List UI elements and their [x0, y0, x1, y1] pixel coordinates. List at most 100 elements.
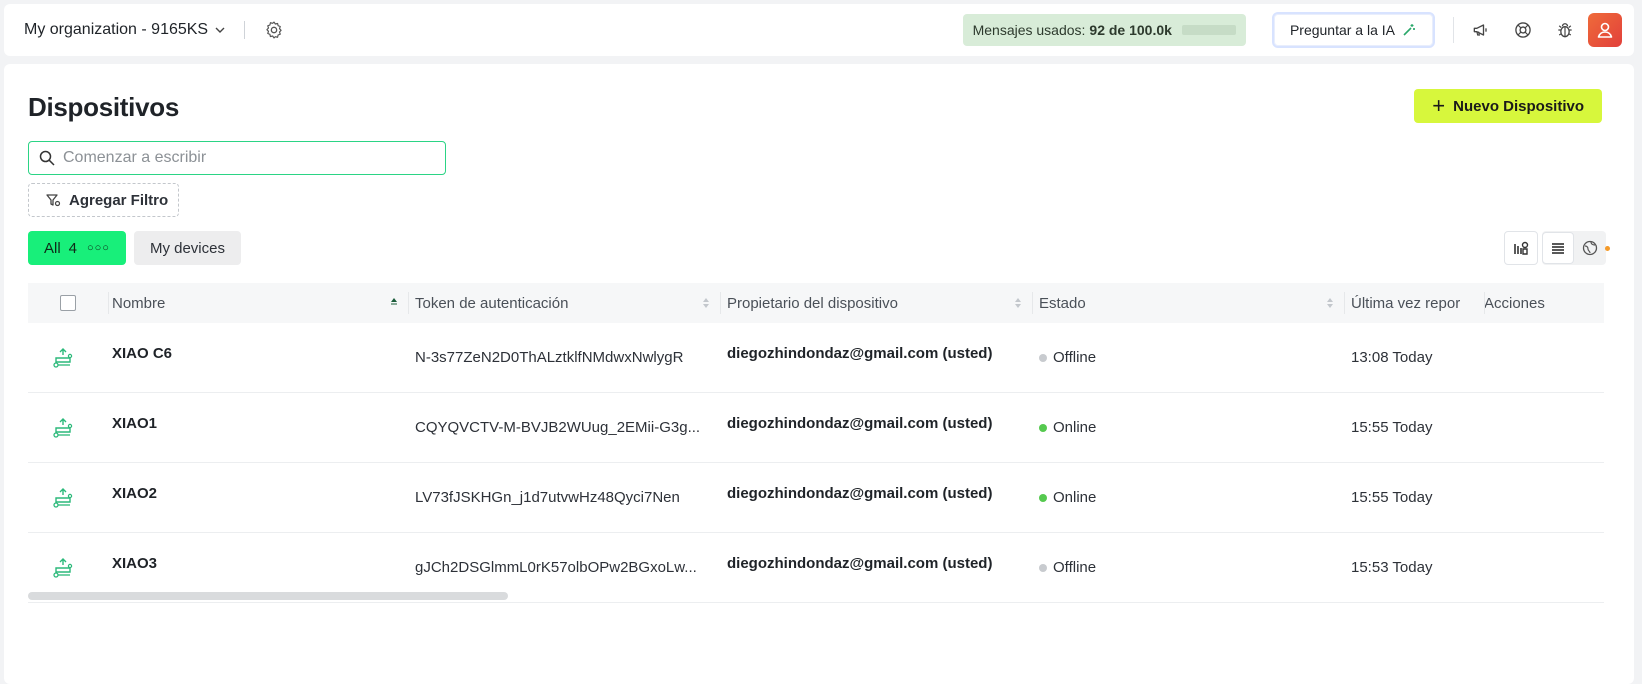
column-header-name[interactable]: Nombre: [108, 283, 408, 323]
page-title: Dispositivos: [28, 92, 179, 123]
main-panel: Dispositivos + Nuevo Dispositivo Agregar…: [4, 64, 1634, 684]
device-icon: [50, 345, 76, 371]
device-icon-cell: [28, 323, 108, 392]
device-owner: diegozhindondaz@gmail.com (usted): [720, 393, 1032, 462]
device-name[interactable]: XIAO C6: [108, 323, 408, 392]
column-header-last-reported[interactable]: Última vez repor: [1344, 283, 1484, 323]
last-reported: 13:08 Today: [1344, 323, 1484, 392]
bug-icon: [1555, 20, 1575, 40]
more-options-icon[interactable]: ○○○: [87, 242, 110, 254]
device-icon-cell: [28, 463, 108, 532]
row-actions: [1484, 393, 1604, 462]
add-filter-label: Agregar Filtro: [69, 192, 168, 209]
user-avatar[interactable]: [1588, 13, 1622, 47]
status-dot: [1039, 564, 1047, 572]
sort-icon: [1326, 297, 1334, 309]
device-icon: [50, 485, 76, 511]
search-icon: [39, 150, 55, 166]
usage-label: Mensajes usados:: [973, 22, 1086, 38]
column-header-token[interactable]: Token de autenticación: [408, 283, 720, 323]
tab-label: All: [44, 240, 61, 257]
divider: [1453, 17, 1454, 43]
auth-token: N-3s77ZeN2D0ThALztklfNMdwxNwlygR: [408, 323, 720, 392]
sort-icon: [1014, 297, 1022, 309]
help-button[interactable]: [1508, 15, 1538, 45]
tab-label: My devices: [150, 240, 225, 257]
add-filter-button[interactable]: Agregar Filtro: [28, 183, 179, 217]
status-badge: Online: [1032, 463, 1344, 532]
map-view-button[interactable]: [1574, 232, 1606, 264]
tab-count: 4: [69, 240, 77, 257]
lifebuoy-icon: [1513, 20, 1533, 40]
device-icon-cell: [28, 393, 108, 462]
gear-icon: [264, 20, 284, 40]
last-reported: 15:55 Today: [1344, 463, 1484, 532]
usage-progress-bar: [1182, 25, 1236, 35]
plus-icon: +: [1432, 95, 1445, 117]
status-badge: Online: [1032, 393, 1344, 462]
magic-wand-icon: [1401, 22, 1417, 38]
row-actions: [1484, 323, 1604, 392]
last-reported: 15:55 Today: [1344, 393, 1484, 462]
announcements-button[interactable]: [1466, 15, 1496, 45]
devices-table: Nombre Token de autenticación Propietari…: [28, 283, 1604, 603]
ask-ai-button[interactable]: Preguntar a la IA: [1272, 12, 1435, 48]
row-actions: [1484, 463, 1604, 532]
horizontal-scrollbar[interactable]: [28, 592, 508, 600]
column-header-owner[interactable]: Propietario del dispositivo: [720, 283, 1032, 323]
view-toggle: [1542, 231, 1606, 265]
usage-value: 92 de 100.0k: [1089, 22, 1172, 38]
device-owner: diegozhindondaz@gmail.com (usted): [720, 323, 1032, 392]
list-view-button[interactable]: [1542, 232, 1574, 264]
globe-icon: [1582, 240, 1598, 256]
usage-indicator: Mensajes usados: 92 de 100.0k: [963, 14, 1246, 46]
tab-all[interactable]: All 4 ○○○: [28, 231, 126, 265]
column-settings-button[interactable]: [1504, 231, 1538, 265]
status-dot: [1039, 354, 1047, 362]
user-icon: [1595, 20, 1615, 40]
column-header-actions: Acciones: [1484, 283, 1604, 323]
sort-icon: [702, 297, 710, 309]
settings-button[interactable]: [259, 15, 289, 45]
org-selector[interactable]: My organization - 9165KS: [20, 13, 230, 47]
columns-settings-icon: [1512, 239, 1530, 257]
select-all-checkbox[interactable]: [60, 295, 76, 311]
table-row[interactable]: XIAO C6 N-3s77ZeN2D0ThALztklfNMdwxNwlygR…: [28, 323, 1604, 393]
status-dot: [1039, 424, 1047, 432]
megaphone-icon: [1471, 20, 1491, 40]
auth-token: LV73fJSKHGn_j1d7utvwHz48Qyci7Nen: [408, 463, 720, 532]
table-header: Nombre Token de autenticación Propietari…: [28, 283, 1604, 323]
top-bar: My organization - 9165KS Mensajes usados…: [4, 4, 1634, 56]
chevron-down-icon: [214, 24, 226, 36]
search-box[interactable]: [28, 141, 446, 175]
table-row[interactable]: XIAO2 LV73fJSKHGn_j1d7utvwHz48Qyci7Nen d…: [28, 463, 1604, 533]
select-all-cell: [28, 283, 108, 323]
table-row[interactable]: XIAO1 CQYQVCTV-M-BVJB2WUug_2EMii-G3g... …: [28, 393, 1604, 463]
row-actions: [1484, 533, 1604, 602]
device-name[interactable]: XIAO2: [108, 463, 408, 532]
status-dot: [1039, 494, 1047, 502]
new-device-button[interactable]: + Nuevo Dispositivo: [1414, 89, 1602, 123]
org-name: My organization - 9165KS: [24, 21, 208, 39]
report-bug-button[interactable]: [1550, 15, 1580, 45]
device-owner: diegozhindondaz@gmail.com (usted): [720, 533, 1032, 602]
status-badge: Offline: [1032, 323, 1344, 392]
device-icon: [50, 555, 76, 581]
divider: [244, 21, 245, 39]
device-tabs: All 4 ○○○ My devices: [28, 231, 241, 265]
new-device-label: Nuevo Dispositivo: [1453, 98, 1584, 115]
sort-ascending-icon: [390, 297, 398, 309]
auth-token: CQYQVCTV-M-BVJB2WUug_2EMii-G3g...: [408, 393, 720, 462]
device-owner: diegozhindondaz@gmail.com (usted): [720, 463, 1032, 532]
device-name[interactable]: XIAO1: [108, 393, 408, 462]
device-icon: [50, 415, 76, 441]
ask-ai-label: Preguntar a la IA: [1290, 22, 1395, 38]
last-reported: 15:53 Today: [1344, 533, 1484, 602]
list-icon: [1550, 240, 1566, 256]
status-badge: Offline: [1032, 533, 1344, 602]
filter-icon: [45, 192, 61, 208]
column-header-state[interactable]: Estado: [1032, 283, 1344, 323]
notification-dot: [1605, 246, 1610, 251]
search-input[interactable]: [63, 149, 423, 167]
tab-my-devices[interactable]: My devices: [134, 231, 241, 265]
